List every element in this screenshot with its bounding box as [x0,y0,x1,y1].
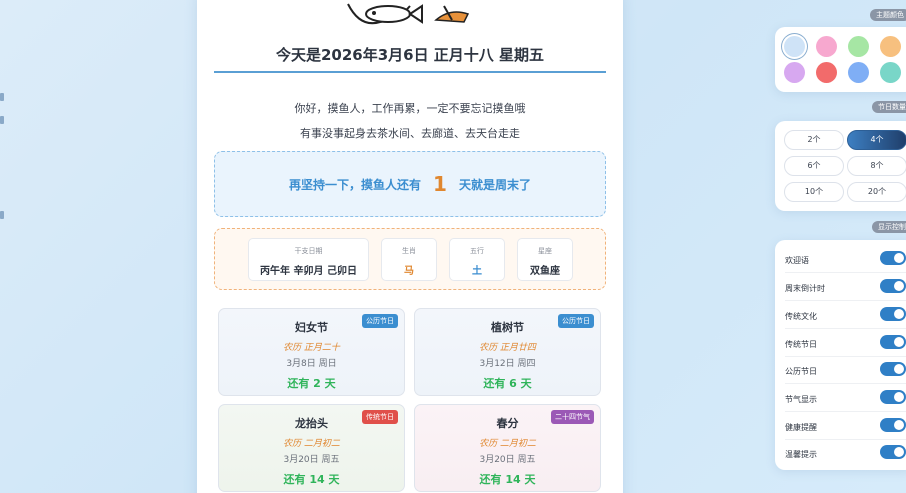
festival-solar: 3月8日 周日 [286,359,337,369]
info-value: 马 [404,266,414,277]
count-section-title: 节日数量 [872,101,906,113]
toggle-switch[interactable] [880,251,906,265]
festival-lunar: 农历 二月初二 [283,439,340,449]
festival-remain: 还有 14 天 [283,473,340,486]
info-element: 五行 土 [449,238,505,281]
festival-solar: 3月20日 周五 [283,455,340,465]
info-value: 土 [472,266,482,277]
edge-mark [0,116,4,124]
greeting-line-2: 有事没事起身去茶水间、去廊道、去天台走走 [300,127,520,140]
toggle-row-tips: 温馨提示 [785,440,906,467]
festival-remain: 还有 6 天 [483,377,532,390]
toggle-switch[interactable] [880,279,906,293]
toggle-label: 周末倒计时 [785,284,825,293]
toggle-switch[interactable] [880,362,906,376]
fish-mascot-illustration [347,3,470,25]
toggle-label: 欢迎语 [785,256,809,265]
count-button-2[interactable]: 2个 [784,130,844,150]
display-section-title: 显示控制 [872,221,906,233]
toggle-row-health: 健康提醒 [785,413,906,440]
info-value: 双鱼座 [530,266,560,277]
info-label: 五行 [470,247,484,255]
festival-card: 公历节日 妇女节 农历 正月二十 3月8日 周日 还有 2 天 [218,308,405,396]
count-button-6[interactable]: 6个 [784,156,844,176]
festival-tag: 二十四节气 [551,410,594,424]
festival-solar: 3月20日 周五 [479,455,536,465]
count-button-4[interactable]: 4个 [847,130,906,150]
date-title: 今天是2026年3月6日 正月十八 星期五 [275,46,545,64]
toggle-label: 公历节日 [785,367,817,376]
weekend-days: 1 [433,172,447,196]
toggle-label: 节气显示 [785,395,817,404]
weekend-suffix: 天就是周末了 [458,177,531,192]
theme-swatch-orange[interactable] [880,36,901,57]
count-button-8[interactable]: 8个 [847,156,906,176]
toggle-label: 传统文化 [785,312,817,321]
festival-tag: 传统节日 [362,410,398,424]
info-label: 干支日期 [294,247,323,255]
festival-remain: 还有 14 天 [479,473,536,486]
toggle-row-weekend: 周末倒计时 [785,274,906,301]
festival-card: 二十四节气 春分 农历 二月初二 3月20日 周五 还有 14 天 [414,404,601,492]
weekend-countdown: 再坚持一下，摸鱼人还有 1 天就是周末了 [214,151,606,217]
info-zodiac: 生肖 马 [381,238,437,281]
greeting-line-1: 你好，摸鱼人，工作再累，一定不要忘记摸鱼哦 [294,102,526,115]
theme-swatch-red[interactable] [816,62,837,83]
toggle-row-solar: 公历节日 [785,357,906,384]
festival-lunar: 农历 正月二十 [283,343,340,353]
festival-tag: 公历节日 [558,314,594,328]
count-button-20[interactable]: 20个 [847,182,906,202]
toggle-row-traditional: 传统节日 [785,330,906,357]
theme-section-title: 主题颜色 [870,9,906,21]
theme-swatch-purple[interactable] [784,62,805,83]
info-label: 星座 [538,247,552,255]
toggle-label: 健康提醒 [785,423,817,432]
theme-swatch-pink[interactable] [816,36,837,57]
info-ganzhi: 干支日期 丙午年 辛卯月 己卯日 [248,238,369,281]
toggle-row-solarterm: 节气显示 [785,385,906,412]
festival-remain: 还有 2 天 [287,377,336,390]
theme-swatch-light-blue[interactable] [784,36,805,57]
festival-solar: 3月12日 周四 [479,359,536,369]
toggle-switch[interactable] [880,445,906,459]
info-value: 丙午年 辛卯月 己卯日 [260,266,357,277]
toggle-switch[interactable] [880,307,906,321]
theme-swatch-green[interactable] [848,36,869,57]
info-constellation: 星座 双鱼座 [517,238,573,281]
festival-lunar: 农历 正月廿四 [479,343,536,353]
toggle-label: 温馨提示 [785,450,817,459]
toggle-switch[interactable] [880,390,906,404]
theme-swatch-teal[interactable] [880,62,901,83]
toggle-row-culture: 传统文化 [785,302,906,329]
edge-mark [0,93,4,101]
toggle-label: 传统节日 [785,340,817,349]
weekend-prefix: 再坚持一下，摸鱼人还有 [289,177,422,192]
festival-tag: 公历节日 [362,314,398,328]
festival-card: 传统节日 龙抬头 农历 二月初二 3月20日 周五 还有 14 天 [218,404,405,492]
toggle-row-greeting: 欢迎语 [785,246,906,273]
toggle-switch[interactable] [880,335,906,349]
festival-lunar: 农历 二月初二 [479,439,536,449]
edge-mark [0,211,4,219]
traditional-culture-box: 干支日期 丙午年 辛卯月 己卯日 生肖 马 五行 土 星座 双鱼座 [214,228,606,290]
toggle-switch[interactable] [880,418,906,432]
festival-card: 公历节日 植树节 农历 正月廿四 3月12日 周四 还有 6 天 [414,308,601,396]
title-divider [214,71,606,73]
count-button-10[interactable]: 10个 [784,182,844,202]
theme-swatch-blue[interactable] [848,62,869,83]
info-label: 生肖 [402,247,416,255]
